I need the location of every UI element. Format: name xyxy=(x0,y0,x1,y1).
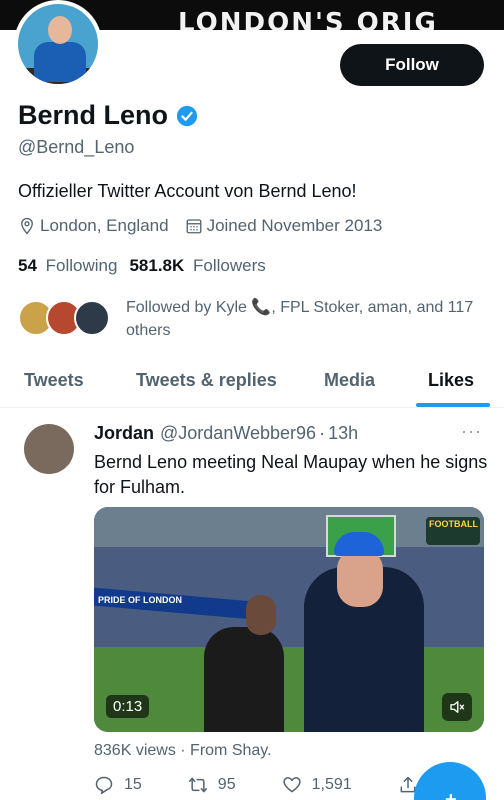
profile-bio: Offizieller Twitter Account von Bernd Le… xyxy=(18,181,357,201)
location-pin-icon xyxy=(21,217,33,235)
reply-button[interactable]: 15 xyxy=(94,772,142,798)
tab-tweets-replies[interactable]: Tweets & replies xyxy=(136,370,277,391)
active-tab-indicator xyxy=(416,403,490,407)
followers-link[interactable]: 581.8K Followers xyxy=(129,256,265,276)
calendar-icon xyxy=(186,219,201,234)
follow-button[interactable]: Follow xyxy=(340,44,484,86)
verified-badge-icon xyxy=(176,105,198,126)
heart-icon xyxy=(282,777,301,793)
joined-text: Joined November 2013 xyxy=(206,216,383,235)
avatar-head xyxy=(48,16,72,44)
profile-name-row: Bernd Leno xyxy=(18,100,198,131)
tab-media[interactable]: Media xyxy=(324,370,375,391)
following-link[interactable]: 54 Following xyxy=(18,256,117,276)
more-options-icon[interactable]: ··· xyxy=(461,421,482,442)
tweet-time[interactable]: 13h xyxy=(328,423,358,444)
avatar-body xyxy=(34,42,86,82)
video-person-left-head xyxy=(246,595,276,635)
mute-icon xyxy=(450,701,465,713)
followed-by-text: Followed by Kyle 📞, FPL Stoker, aman, an… xyxy=(126,299,474,339)
followers-label: Followers xyxy=(193,256,266,275)
followed-by[interactable]: Followed by Kyle 📞, FPL Stoker, aman, an… xyxy=(18,296,488,346)
tab-likes[interactable]: Likes xyxy=(428,370,474,391)
profile-avatar[interactable] xyxy=(14,0,102,88)
retweet-icon xyxy=(188,777,207,793)
tweet-author-name[interactable]: Jordan xyxy=(94,423,154,444)
following-count: 54 xyxy=(18,256,37,275)
reply-count: 15 xyxy=(124,776,142,793)
mute-button[interactable] xyxy=(442,693,472,721)
profile-tabs: Tweets Tweets & replies Media Likes xyxy=(0,358,504,408)
tweet-header: Jordan @JordanWebber96 · 13h xyxy=(94,423,358,444)
video-duration: 0:13 xyxy=(106,695,150,718)
location-item: London, England xyxy=(18,216,169,236)
location-text: London, England xyxy=(40,216,169,235)
tweet-views: 836K views · From Shay. xyxy=(94,742,272,759)
like-button[interactable]: 1,591 xyxy=(282,772,352,798)
tweet-video[interactable]: PRIDE OF LONDON FOOTBALL 0:13 xyxy=(94,507,484,732)
follow-stats: 54 Following 581.8K Followers xyxy=(18,256,278,276)
following-label: Following xyxy=(45,256,118,275)
follower-avatar-3 xyxy=(74,300,110,336)
profile-name: Bernd Leno xyxy=(18,100,169,130)
tweet-separator: · xyxy=(319,423,326,443)
video-board-text: PRIDE OF LONDON xyxy=(98,595,183,605)
video-person-right-head xyxy=(337,549,383,607)
profile-meta: London, England Joined November 2013 xyxy=(18,216,398,236)
retweet-button[interactable]: 95 xyxy=(188,772,236,798)
banner-text: LONDON'S ORIG xyxy=(178,8,438,30)
tweet-author-avatar[interactable] xyxy=(24,424,74,474)
profile-handle: @Bernd_Leno xyxy=(18,137,135,157)
joined-item: Joined November 2013 xyxy=(185,216,383,236)
like-count: 1,591 xyxy=(311,776,352,793)
video-logo-text: FOOTBALL xyxy=(429,519,478,529)
video-person-right-cap xyxy=(334,532,384,556)
reply-icon xyxy=(95,776,113,795)
compose-plus-icon: + xyxy=(445,789,457,800)
video-person-left xyxy=(204,627,284,732)
video-pitch xyxy=(94,647,484,732)
followers-count: 581.8K xyxy=(129,256,185,275)
tweet-author-handle[interactable]: @JordanWebber96 xyxy=(160,423,316,444)
retweet-count: 95 xyxy=(217,776,236,793)
tab-tweets[interactable]: Tweets xyxy=(24,370,84,391)
tweet-text: Bernd Leno meeting Neal Maupay when he s… xyxy=(94,452,488,497)
